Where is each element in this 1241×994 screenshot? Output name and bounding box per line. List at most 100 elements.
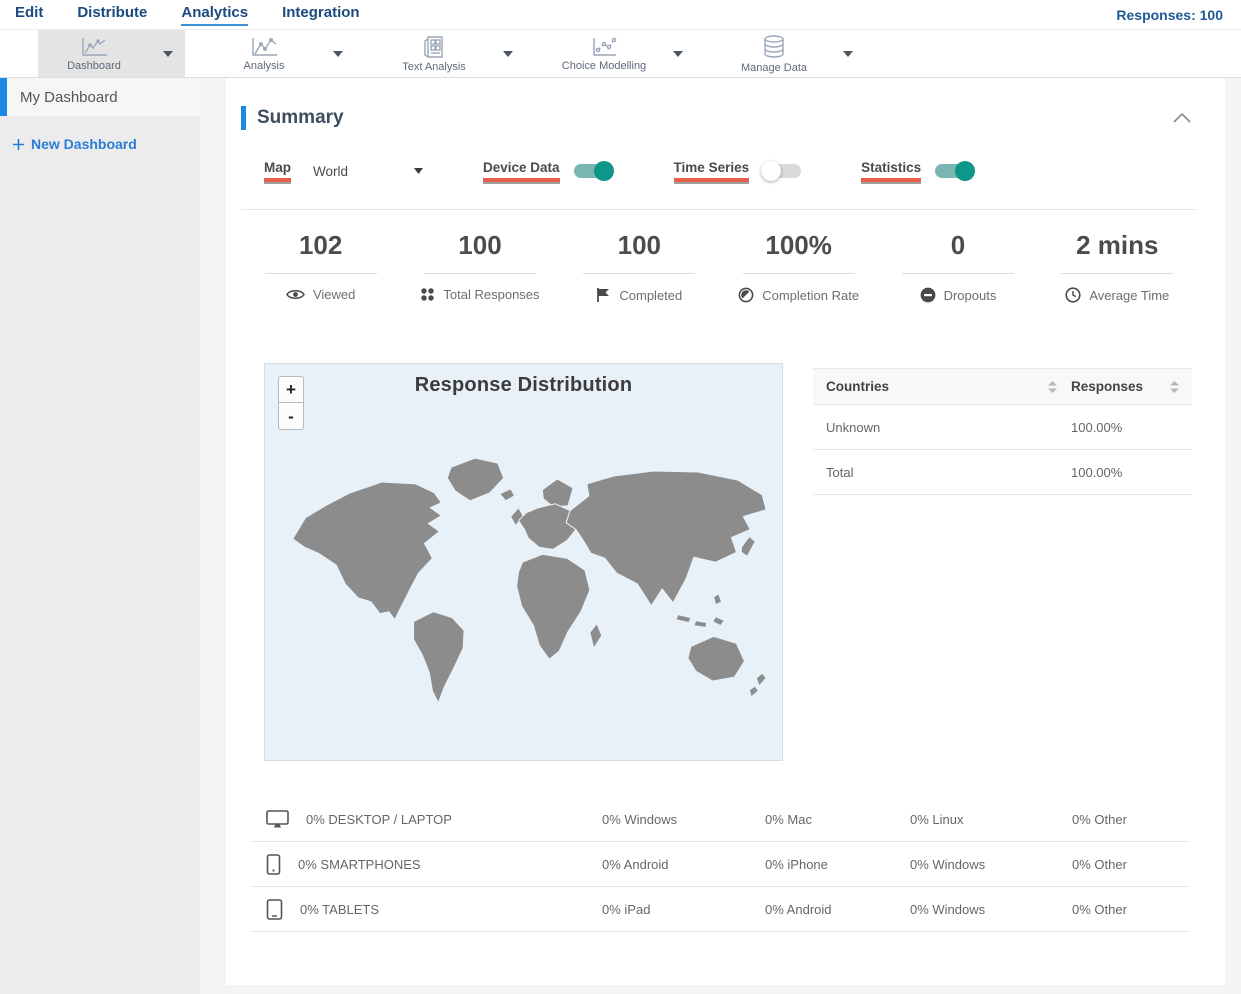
scatter-chart-icon xyxy=(590,36,618,58)
stat-label: Dropouts xyxy=(943,287,997,303)
desktop-icon xyxy=(266,809,289,829)
chevron-down-icon xyxy=(414,168,423,174)
country-responses: 100.00% xyxy=(1071,419,1123,435)
stats-row: 102 Viewed 100 Total Responses 100 Compl… xyxy=(241,230,1197,303)
device-stat: 0% Android xyxy=(602,856,669,872)
response-distribution-map[interactable]: Response Distribution + - xyxy=(264,363,783,761)
nav-integration[interactable]: Integration xyxy=(282,4,360,26)
map-and-countries: Response Distribution + - Countries Resp… xyxy=(264,363,1192,761)
country-responses: 100.00% xyxy=(1071,464,1123,480)
device-stat: 0% Other xyxy=(1072,856,1127,872)
stat-viewed: 102 Viewed xyxy=(241,230,400,303)
responses-count: Responses: 100 xyxy=(1116,6,1223,23)
nav-analytics[interactable]: Analytics xyxy=(181,4,249,26)
responses-column-header[interactable]: Responses xyxy=(1071,379,1179,394)
statistics-toggle[interactable] xyxy=(935,161,976,181)
device-data-label: Device Data xyxy=(483,160,560,182)
tablet-icon xyxy=(266,898,283,920)
stat-value: 100 xyxy=(617,230,662,260)
choice-modelling-dropdown-caret[interactable] xyxy=(660,50,695,57)
nav-edit[interactable]: Edit xyxy=(15,4,43,26)
stat-label: Completed xyxy=(619,287,683,303)
stat-completed: 100 Completed xyxy=(560,230,719,303)
document-grid-icon xyxy=(422,35,446,59)
eye-icon xyxy=(286,288,305,301)
stat-value: 2 mins xyxy=(1076,230,1159,260)
map-title: Response Distribution xyxy=(414,374,633,396)
sort-icon xyxy=(1048,380,1057,393)
line-chart-icon xyxy=(79,36,109,58)
map-label: Map xyxy=(264,160,291,182)
device-stat: 0% iPhone xyxy=(765,856,828,872)
countries-table: Countries Responses Unknown 100.00% Tota… xyxy=(813,368,1192,761)
device-label: 0% DESKTOP / LAPTOP xyxy=(306,811,452,827)
toolbar-item-text-analysis[interactable]: Text Analysis xyxy=(378,30,525,77)
device-label: 0% TABLETS xyxy=(300,901,379,917)
toolbar-item-dashboard[interactable]: Dashboard xyxy=(38,30,185,77)
summary-header: Summary xyxy=(226,78,1225,130)
device-stat: 0% Linux xyxy=(910,811,964,827)
analysis-dropdown-caret[interactable] xyxy=(320,50,355,57)
divider xyxy=(241,209,1197,210)
stat-dropouts: 0 Dropouts xyxy=(878,230,1037,303)
device-data-toggle[interactable] xyxy=(573,161,614,181)
toolbar-item-label: Dashboard xyxy=(67,59,121,72)
dashboard-dropdown-caret[interactable] xyxy=(150,50,185,57)
device-row-tablets: 0% TABLETS 0% iPad 0% Android 0% Windows… xyxy=(250,887,1190,932)
stat-total-responses: 100 Total Responses xyxy=(400,230,559,303)
device-stat: 0% Other xyxy=(1072,811,1127,827)
nav-distribute[interactable]: Distribute xyxy=(77,4,147,26)
time-series-label: Time Series xyxy=(673,160,750,182)
divider xyxy=(264,273,377,274)
accent-bar xyxy=(241,106,246,130)
countries-table-header: Countries Responses xyxy=(813,368,1192,405)
contrast-circle-icon xyxy=(738,287,754,303)
toolbar-item-choice-modelling[interactable]: Choice Modelling xyxy=(548,30,695,77)
time-series-toggle[interactable] xyxy=(761,161,802,181)
toolbar-item-manage-data[interactable]: Manage Data xyxy=(718,30,865,77)
toolbar-item-analysis[interactable]: Analysis xyxy=(208,30,355,77)
divider xyxy=(742,273,855,274)
device-stat: 0% Android xyxy=(765,901,832,917)
device-stat: 0% Mac xyxy=(765,811,812,827)
toolbar-item-label: Choice Modelling xyxy=(561,59,647,72)
manage-data-dropdown-caret[interactable] xyxy=(830,50,865,57)
database-icon xyxy=(761,34,787,60)
top-nav: Edit Distribute Analytics Integration Re… xyxy=(0,0,1241,30)
countries-header-label: Countries xyxy=(826,379,890,394)
device-stat: 0% Windows xyxy=(910,901,986,917)
toolbar-item-label: Text Analysis xyxy=(402,60,466,73)
stat-label: Completion Rate xyxy=(762,287,860,303)
analytics-toolbar: Dashboard Analysis Text Analysis Choice … xyxy=(0,30,1241,78)
new-dashboard-button[interactable]: New Dashboard xyxy=(13,136,188,152)
flag-icon xyxy=(596,287,611,303)
divider xyxy=(901,273,1014,274)
statistics-label: Statistics xyxy=(861,160,922,182)
world-map-image[interactable] xyxy=(267,416,782,746)
device-stat: 0% Other xyxy=(1072,901,1127,917)
summary-card: Summary Map World Device Data Time Serie… xyxy=(226,78,1225,985)
summary-title: Summary xyxy=(257,107,344,128)
toolbar-item-label: Analysis xyxy=(243,59,285,72)
country-name: Unknown xyxy=(826,419,881,435)
country-name: Total xyxy=(826,464,854,480)
toolbar-item-label: Manage Data xyxy=(740,61,808,74)
line-chart-icon xyxy=(249,36,279,58)
sidebar-item-my-dashboard[interactable]: My Dashboard xyxy=(0,78,200,116)
smartphone-icon xyxy=(266,853,281,875)
device-stat: 0% Windows xyxy=(602,811,678,827)
stat-completion-rate: 100% Completion Rate xyxy=(719,230,878,303)
zoom-in-button[interactable]: + xyxy=(278,376,304,403)
table-row: Total 100.00% xyxy=(813,450,1192,495)
device-row-desktop: 0% DESKTOP / LAPTOP 0% Windows 0% Mac 0%… xyxy=(250,797,1190,842)
map-region-value: World xyxy=(313,163,349,179)
countries-column-header[interactable]: Countries xyxy=(826,379,1071,394)
sidebar-item-label: My Dashboard xyxy=(20,88,118,106)
dot-grid-icon xyxy=(420,287,435,302)
chevron-up-icon[interactable] xyxy=(1169,109,1195,127)
stat-value: 102 xyxy=(298,230,343,260)
minus-circle-icon xyxy=(920,287,936,303)
text-analysis-dropdown-caret[interactable] xyxy=(490,50,525,57)
new-dashboard-label: New Dashboard xyxy=(31,136,137,152)
map-region-select[interactable]: World xyxy=(313,164,423,179)
